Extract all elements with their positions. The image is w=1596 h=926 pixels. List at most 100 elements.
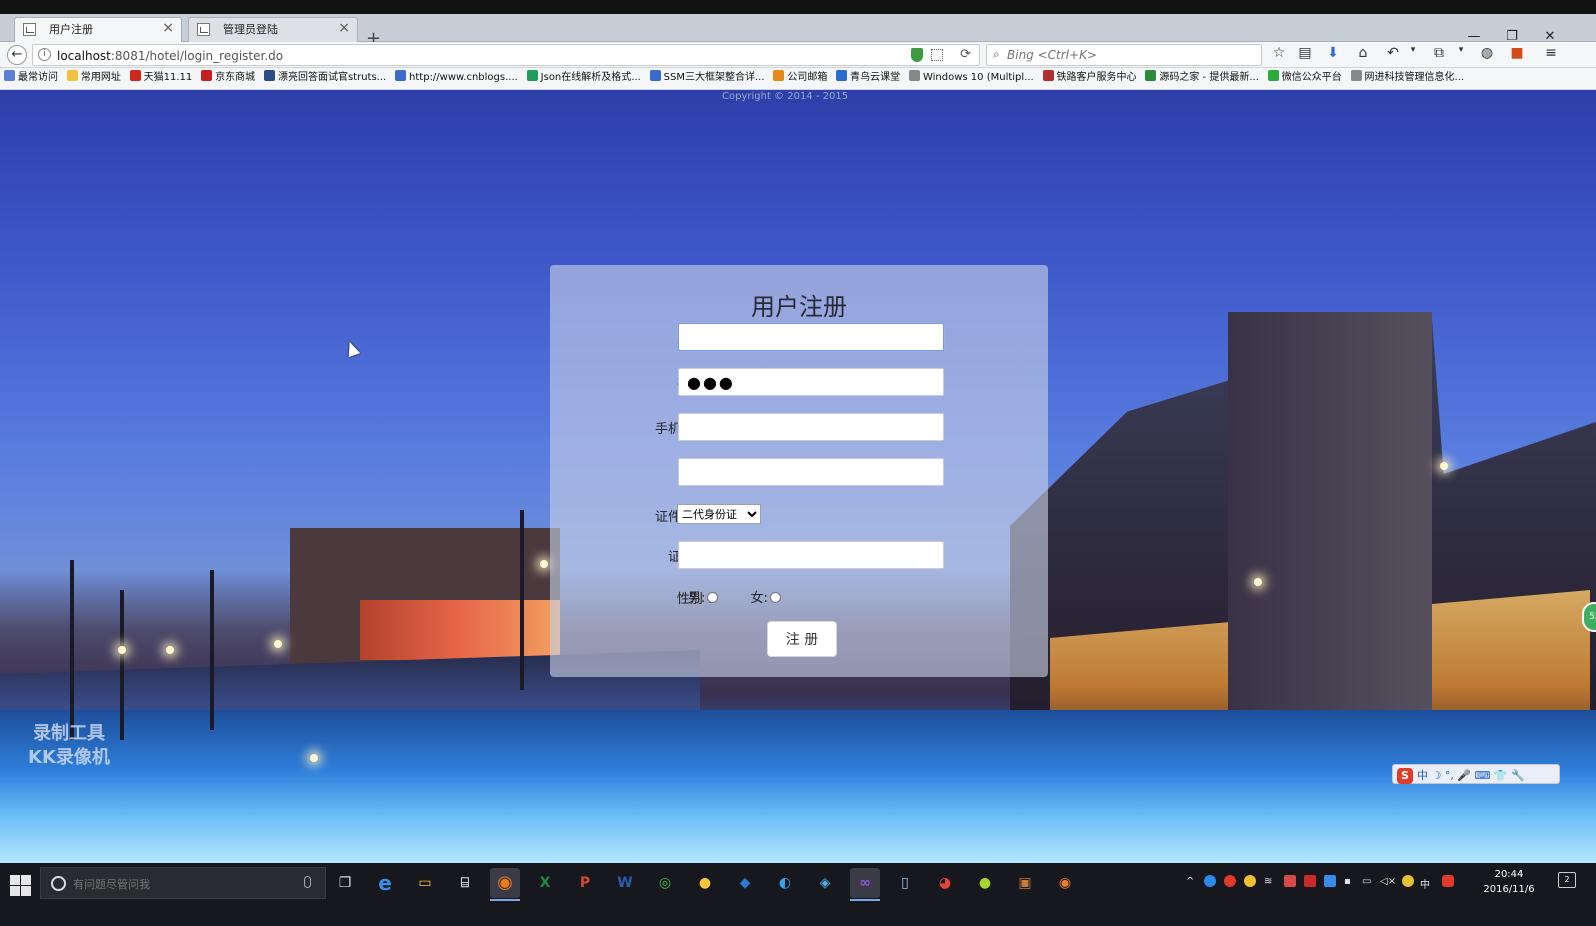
search-input[interactable] xyxy=(1007,47,1247,63)
side-badge[interactable]: 52 xyxy=(1582,602,1596,632)
dropdown-icon[interactable]: ▾ xyxy=(1450,45,1472,55)
system-clock[interactable]: 20:44 2016/11/6 xyxy=(1474,867,1544,897)
tray-icon[interactable] xyxy=(1284,875,1296,887)
notification-center-icon[interactable]: 2 xyxy=(1558,872,1576,888)
register-button[interactable]: 注 册 xyxy=(767,621,837,657)
account-input[interactable] xyxy=(678,323,944,351)
bookmark-item[interactable]: 最常访问 xyxy=(4,68,58,88)
bookmark-item[interactable]: 微信公众平台 xyxy=(1267,68,1342,88)
addon-icon[interactable]: ■ xyxy=(1506,45,1528,61)
download-icon[interactable]: ⬇ xyxy=(1322,45,1344,61)
bookmark-item[interactable]: 京东商城 xyxy=(201,68,255,88)
notes-icon[interactable]: ▯ xyxy=(890,868,920,898)
app-icon[interactable]: ◆ xyxy=(730,868,760,898)
cortana-search-input[interactable] xyxy=(73,875,293,893)
bookmark-item[interactable]: 网进科技管理信息化... xyxy=(1350,68,1464,88)
app-icon[interactable]: ◈ xyxy=(810,868,840,898)
microphone-icon[interactable] xyxy=(304,876,311,888)
visual-studio-icon[interactable]: ∞ xyxy=(850,868,880,901)
undo-icon[interactable]: ↶ xyxy=(1382,45,1404,61)
jd-icon xyxy=(201,70,213,81)
app-icon[interactable]: ◉ xyxy=(1050,868,1080,898)
app-icon[interactable]: ● xyxy=(690,868,720,898)
app-icon[interactable]: ● xyxy=(970,868,1000,898)
background-light xyxy=(540,560,548,568)
windows-start-button[interactable] xyxy=(8,873,32,897)
password-input[interactable] xyxy=(678,368,944,396)
task-view-icon[interactable]: ❐ xyxy=(330,868,360,898)
menu-icon[interactable]: ≡ xyxy=(1540,45,1562,61)
account-row: 账 号： xyxy=(550,323,1048,351)
bookmark-item[interactable]: http://www.cnblogs.... xyxy=(395,68,518,88)
firefox-icon[interactable]: ◉ xyxy=(490,868,520,901)
url-text[interactable]: localhost:8081/hotel/login_register.do xyxy=(57,49,283,63)
reading-list-icon[interactable]: ▤ xyxy=(1294,45,1316,61)
screenshot-icon[interactable]: ⧉ xyxy=(1428,45,1450,61)
bookmark-icon xyxy=(395,70,407,81)
tab-user-register[interactable]: 用户注册 × xyxy=(14,17,182,42)
id-type-row: 证件类型： 二代身份证 xyxy=(550,501,1048,529)
bookmark-icon xyxy=(836,70,848,81)
close-tab-icon[interactable]: × xyxy=(162,20,174,36)
wifi-icon[interactable]: ≋ xyxy=(1264,876,1272,887)
wechat-icon[interactable]: ◎ xyxy=(650,868,680,898)
bookmark-item[interactable]: 源码之家 - 提供最新... xyxy=(1145,68,1259,88)
store-icon[interactable]: ⌸ xyxy=(450,868,480,898)
edge-icon[interactable]: e xyxy=(370,868,400,898)
word-icon[interactable]: W xyxy=(610,868,640,898)
bookmark-item[interactable]: 常用网址 xyxy=(66,68,121,88)
chevron-up-icon[interactable]: ^ xyxy=(1186,876,1194,887)
powerpoint-icon[interactable]: P xyxy=(570,868,600,898)
battery-icon[interactable]: ▭ xyxy=(1362,876,1371,887)
bookmark-item[interactable]: 天猫11.11 xyxy=(129,68,192,88)
tray-icon[interactable] xyxy=(1204,875,1216,887)
network-icon[interactable]: ▪ xyxy=(1344,876,1351,887)
star-icon[interactable]: ☆ xyxy=(1268,45,1290,61)
ime-indicator[interactable]: 中 xyxy=(1420,876,1430,891)
shield-icon[interactable] xyxy=(911,48,923,62)
dropdown-icon[interactable]: ▾ xyxy=(1402,45,1424,55)
bookmark-item[interactable]: 铁路客户服务中心 xyxy=(1042,68,1137,88)
excel-icon[interactable]: X xyxy=(530,868,560,898)
page-icon xyxy=(23,23,36,36)
id-type-select[interactable]: 二代身份证 xyxy=(677,504,761,524)
tray-icon[interactable] xyxy=(1324,875,1336,887)
page-title: 用户注册 xyxy=(751,293,847,321)
address-bar[interactable]: i localhost:8081/hotel/login_register.do… xyxy=(32,44,980,66)
chat-icon[interactable]: ◍ xyxy=(1476,45,1498,61)
gender-female-radio[interactable] xyxy=(769,592,781,603)
back-button[interactable]: ← xyxy=(7,45,27,65)
background-light xyxy=(118,646,126,654)
phone-input[interactable] xyxy=(678,413,944,441)
volume-icon[interactable]: ◁× xyxy=(1380,876,1396,887)
gender-male-radio[interactable] xyxy=(707,592,719,603)
app-icon[interactable]: ▣ xyxy=(1010,868,1040,898)
bookmark-item[interactable]: 公司邮箱 xyxy=(773,68,827,88)
email-input[interactable] xyxy=(678,458,944,486)
tray-icon[interactable] xyxy=(1244,875,1256,887)
chrome-icon[interactable]: ◕ xyxy=(930,868,960,898)
ime-toolbar[interactable]: S 中 ☽ °, 🎤 ⌨ 👕 🔧 xyxy=(1392,764,1560,784)
qq-browser-icon[interactable]: ◐ xyxy=(770,868,800,898)
bookmark-item[interactable]: SSM三大框架整合详... xyxy=(649,68,765,88)
bookmark-item[interactable]: Json在线解析及格式... xyxy=(526,68,641,88)
home-icon[interactable]: ⌂ xyxy=(1352,45,1374,61)
search-box[interactable]: ⌕ xyxy=(986,44,1262,66)
sogou-icon[interactable] xyxy=(1442,875,1454,887)
bookmark-item[interactable]: Windows 10 (Multipl... xyxy=(908,68,1034,88)
info-icon[interactable]: i xyxy=(38,48,51,61)
bookmark-item[interactable]: 漂亮回答面试官struts... xyxy=(263,68,386,88)
reload-icon[interactable]: ⟳ xyxy=(960,47,971,62)
cortana-search-box[interactable] xyxy=(40,867,326,899)
background-palm xyxy=(520,510,524,690)
tab-admin-login[interactable]: 管理员登陆 × xyxy=(188,17,358,42)
file-explorer-icon[interactable]: ▭ xyxy=(410,868,440,898)
bookmark-item[interactable]: 青鸟云课堂 xyxy=(836,68,900,88)
close-tab-icon[interactable]: × xyxy=(338,20,350,36)
tray-icon[interactable] xyxy=(1402,875,1414,887)
id-number-input[interactable] xyxy=(678,541,944,569)
tray-icon[interactable] xyxy=(1224,875,1236,887)
tray-icon[interactable] xyxy=(1304,875,1316,887)
qr-code-icon[interactable] xyxy=(931,49,943,61)
gender-row: 性别 ： 男: 女: xyxy=(550,583,1048,611)
